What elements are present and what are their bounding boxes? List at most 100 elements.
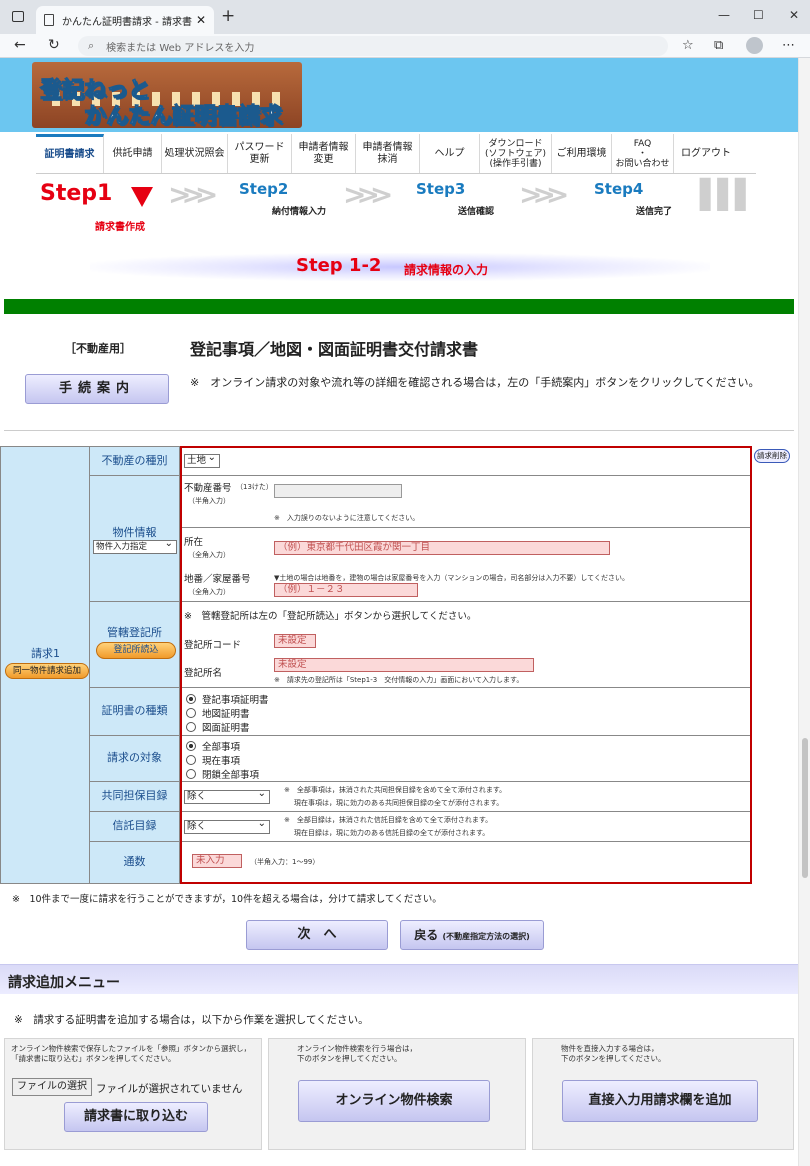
file-choose-button[interactable]: ファイルの選択 [12,1078,92,1096]
location-input[interactable]: （例）東京都千代田区霞が関一丁目 [274,541,610,555]
refresh-icon[interactable]: ↻ [48,37,60,53]
request-form: 請求1 同一物件請求追加 不動産の種別 土地 物件情報 物件入力指定 不動産番号… [0,446,798,884]
radio-icon [186,708,196,718]
count-hint: （半角入力：1～99） [250,858,320,866]
collateral-label: 共同担保目録 [90,782,180,812]
procedure-guide-button[interactable]: 手続案内 [25,374,169,404]
registry-label: 管轄登記所 [107,626,162,639]
option-label: 登記事項証明書 [202,695,269,706]
profile-avatar[interactable] [746,37,763,54]
trust-cell: 除く ※ 全部目録は，抹消された信託目録を含めて全て添付されます。 現在目録は，… [180,812,752,842]
menu-download[interactable]: ダウンロード (ソフトウェア) (操作手引書) [480,134,552,173]
registry-name-label: 登記所名 [184,668,223,679]
step1-label: Step1 [40,181,113,206]
page-scrollbar[interactable] [798,58,810,1166]
request-number: 請求1 [31,647,60,660]
delete-request-button[interactable]: 請求削除 [754,449,790,463]
registry-code-label: 登記所コード [184,640,242,651]
registry-load-button[interactable]: 登記所読込 [96,642,176,659]
import-button[interactable]: 請求書に取り込む [64,1102,208,1132]
browser-tab[interactable]: かんたん証明書請求 - 請求書作成 ✕ [36,6,214,34]
property-number-input[interactable] [274,484,402,498]
guide-note: ※ オンライン請求の対象や流れ等の詳細を確認される場合は，左の「手続案内」ボタン… [190,376,760,389]
limit-note: ※ 10件まで一度に請求を行うことができますが，10件を超える場合は，分けて請求… [12,894,442,905]
property-kind: ［不動産用］ [65,342,131,355]
property-info-label-cell: 物件情報 物件入力指定 [90,476,180,602]
trust-select[interactable]: 除く [184,818,270,834]
menu-logout[interactable]: ログアウト [674,134,738,173]
cert-type-option[interactable]: 地図証明書 [186,706,250,720]
new-tab-icon[interactable]: + [221,6,235,26]
minimize-icon[interactable]: — [718,8,730,22]
property-type-select[interactable]: 土地 [184,452,220,468]
tab-actions-icon[interactable] [12,11,24,22]
url-input[interactable]: ⌕ 検索または Web アドレスを入力 [78,36,668,56]
add-menu-header: 請求追加メニュー [0,964,798,994]
property-number-label: 不動産番号 [184,483,232,494]
step1-sub: 請求書作成 [95,222,145,233]
target-option[interactable]: 現在事項 [186,753,240,767]
menu-applicant-delete[interactable]: 申請者情報 抹消 [356,134,420,173]
collections-icon[interactable]: ⧉ [714,38,723,53]
close-tab-icon[interactable]: ✕ [196,13,206,27]
url-placeholder: 検索または Web アドレスを入力 [106,42,255,54]
registry-name-input[interactable]: 未設定 [274,658,534,672]
scrollbar-thumb[interactable] [802,738,808,878]
cert-type-label: 証明書の種類 [90,688,180,736]
menu-faq[interactable]: FAQ ・ お問い合わせ [612,134,674,173]
favorites-icon[interactable]: ☆ [682,38,694,53]
maximize-icon[interactable]: ☐ [753,8,764,22]
step4-sub: 送信完了 [636,207,673,217]
property-number-hint: （13けた） [236,483,273,491]
menu-status[interactable]: 処理状況照会 [162,134,228,173]
menu-deposit[interactable]: 供託申請 [104,134,162,173]
property-type-cell: 土地 [180,446,752,476]
property-input-mode-select[interactable]: 物件入力指定 [93,538,177,554]
collateral-note2: 現在事項は，現に効力のある共同担保目録の全てが添付されます。 [294,799,504,807]
next-button[interactable]: 次 へ [246,920,388,950]
lot-number-input[interactable]: （例）１－２３ [274,583,418,597]
registry-code-input[interactable]: 未設定 [274,634,316,648]
back-sub-label: (不動産指定方法の選択) [442,932,530,941]
halfwidth-hint: （半角入力） [188,497,230,505]
logo-line2: かんたん証明書請求 [83,104,283,130]
property-number-cell: 不動産番号 （13けた） （半角入力） ※ 入力誤りのないように注意してください… [180,476,752,528]
current-step-number: Step 1-2 [296,255,382,276]
menu-applicant-change[interactable]: 申請者情報 変更 [292,134,356,173]
cert-type-option[interactable]: 図面証明書 [186,720,250,734]
radio-selected-icon [186,741,196,751]
target-option[interactable]: 全部事項 [186,739,240,753]
collateral-select[interactable]: 除く [184,788,270,804]
fullwidth-hint-2: （全角入力） [188,588,230,596]
radio-icon [186,755,196,765]
menu-password[interactable]: パスワード 更新 [228,134,292,173]
back-button[interactable]: 戻る (不動産指定方法の選択) [400,920,544,950]
option-label: 全部事項 [202,742,241,753]
back-icon[interactable]: ← [14,37,26,53]
page-icon [44,14,54,26]
more-icon[interactable]: ⋯ [782,38,795,53]
count-input[interactable]: 未入力 [192,854,242,868]
menu-help[interactable]: ヘルプ [420,134,480,173]
menu-certificate-request[interactable]: 証明書請求 [36,134,104,173]
online-search-button[interactable]: オンライン物件検索 [298,1080,490,1122]
step2-label: Step2 [239,180,289,198]
registry-label-cell: 管轄登記所 登記所読込 [90,602,180,688]
registry-cell: ※ 管轄登記所は左の「登記所読込」ボタンから選択してください。 登記所コード 未… [180,602,752,688]
cert-type-option[interactable]: 登記事項証明書 [186,692,269,706]
tab-title: かんたん証明書請求 - 請求書作成 [62,16,192,28]
add-same-property-button[interactable]: 同一物件請求追加 [5,663,89,679]
collateral-cell: 除く ※ 全部事項は，抹消された共同担保目録を含めて全て添付されます。 現在事項… [180,782,752,812]
menu-environment[interactable]: ご利用環境 [552,134,612,173]
trust-label: 信託目録 [90,812,180,842]
close-window-icon[interactable]: ✕ [789,8,799,22]
count-label: 通数 [90,842,180,884]
direct-input-button[interactable]: 直接入力用請求欄を追加 [562,1080,758,1122]
target-option[interactable]: 閉鎖全部事項 [186,767,259,781]
panel1-note: オンライン物件検索で保存したファイルを「参照」ボタンから選択し， 「請求書に取り… [11,1044,251,1063]
lot-number-label: 地番／家屋番号 [184,574,251,585]
option-label: 地図証明書 [202,709,250,720]
search-icon: ⌕ [88,39,95,52]
trust-note2: 現在目録は，現に効力のある信託目録の全てが添付されます。 [294,829,490,837]
radio-selected-icon [186,694,196,704]
